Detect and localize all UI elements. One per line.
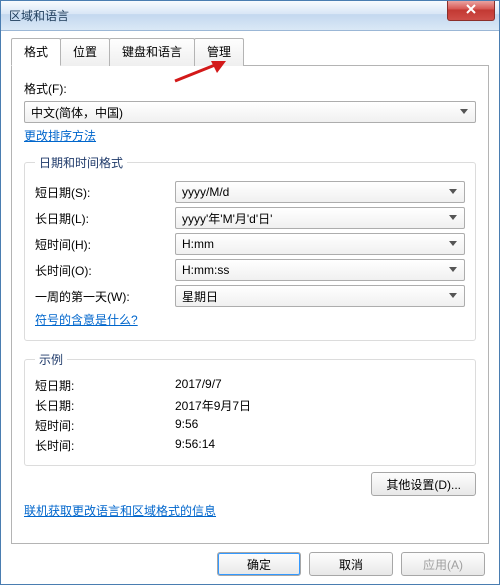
long-time-label: 长时间(O):: [35, 262, 175, 279]
ex-short-time-label: 短时间:: [35, 417, 175, 434]
datetime-legend: 日期和时间格式: [35, 154, 127, 171]
format-select-value: 中文(简体，中国): [31, 104, 123, 121]
close-button[interactable]: [447, 1, 495, 21]
long-time-select[interactable]: H:mm:ss: [175, 259, 465, 281]
region-language-window: 区域和语言 格式 位置 键盘和语言 管理 格式(F): 中文(简体，中国): [0, 0, 500, 585]
chevron-down-icon: [456, 104, 472, 120]
close-icon: [465, 3, 477, 17]
short-date-value: yyyy/M/d: [182, 185, 229, 199]
titlebar[interactable]: 区域和语言: [1, 1, 499, 31]
chevron-down-icon: [445, 210, 461, 226]
short-time-value: H:mm: [182, 237, 214, 251]
tab-admin[interactable]: 管理: [194, 38, 244, 66]
chevron-down-icon: [445, 262, 461, 278]
first-day-label: 一周的第一天(W):: [35, 288, 175, 305]
long-time-value: H:mm:ss: [182, 263, 229, 277]
chevron-down-icon: [445, 288, 461, 304]
ex-short-time-value: 9:56: [175, 417, 465, 434]
ok-button[interactable]: 确定: [217, 552, 301, 576]
format-select[interactable]: 中文(简体，中国): [24, 101, 476, 123]
tab-keyboard-language[interactable]: 键盘和语言: [109, 38, 195, 66]
online-info-link[interactable]: 联机获取更改语言和区域格式的信息: [24, 502, 216, 519]
ex-short-date-value: 2017/9/7: [175, 377, 465, 394]
format-label: 格式(F):: [24, 80, 67, 97]
first-day-value: 星期日: [182, 288, 218, 305]
tab-location[interactable]: 位置: [60, 38, 110, 66]
change-sort-link[interactable]: 更改排序方法: [24, 127, 96, 144]
example-group: 示例 短日期: 2017/9/7 长日期: 2017年9月7日 短时间: 9:5…: [24, 351, 476, 466]
short-time-label: 短时间(H):: [35, 236, 175, 253]
other-settings-button[interactable]: 其他设置(D)...: [371, 472, 476, 496]
short-date-label: 短日期(S):: [35, 184, 175, 201]
symbols-meaning-link[interactable]: 符号的含意是什么?: [35, 311, 138, 328]
tab-bar: 格式 位置 键盘和语言 管理: [11, 37, 489, 66]
long-date-label: 长日期(L):: [35, 210, 175, 227]
ex-long-time-value: 9:56:14: [175, 437, 465, 454]
long-date-value: yyyy'年'M'月'd'日': [182, 210, 272, 227]
window-title: 区域和语言: [9, 7, 69, 24]
example-legend: 示例: [35, 351, 67, 368]
ex-long-date-label: 长日期:: [35, 397, 175, 414]
ex-long-time-label: 长时间:: [35, 437, 175, 454]
chevron-down-icon: [445, 184, 461, 200]
cancel-button[interactable]: 取消: [309, 552, 393, 576]
first-day-select[interactable]: 星期日: [175, 285, 465, 307]
apply-button[interactable]: 应用(A): [401, 552, 485, 576]
chevron-down-icon: [445, 236, 461, 252]
ex-short-date-label: 短日期:: [35, 377, 175, 394]
short-time-select[interactable]: H:mm: [175, 233, 465, 255]
short-date-select[interactable]: yyyy/M/d: [175, 181, 465, 203]
tab-format[interactable]: 格式: [11, 38, 61, 66]
ex-long-date-value: 2017年9月7日: [175, 397, 465, 414]
dialog-buttons: 确定 取消 应用(A): [11, 544, 489, 576]
format-panel: 格式(F): 中文(简体，中国) 更改排序方法 日期和时间格式 短日期(S): …: [11, 66, 489, 544]
long-date-select[interactable]: yyyy'年'M'月'd'日': [175, 207, 465, 229]
datetime-format-group: 日期和时间格式 短日期(S): yyyy/M/d 长日期(L): yyyy'年'…: [24, 154, 476, 341]
